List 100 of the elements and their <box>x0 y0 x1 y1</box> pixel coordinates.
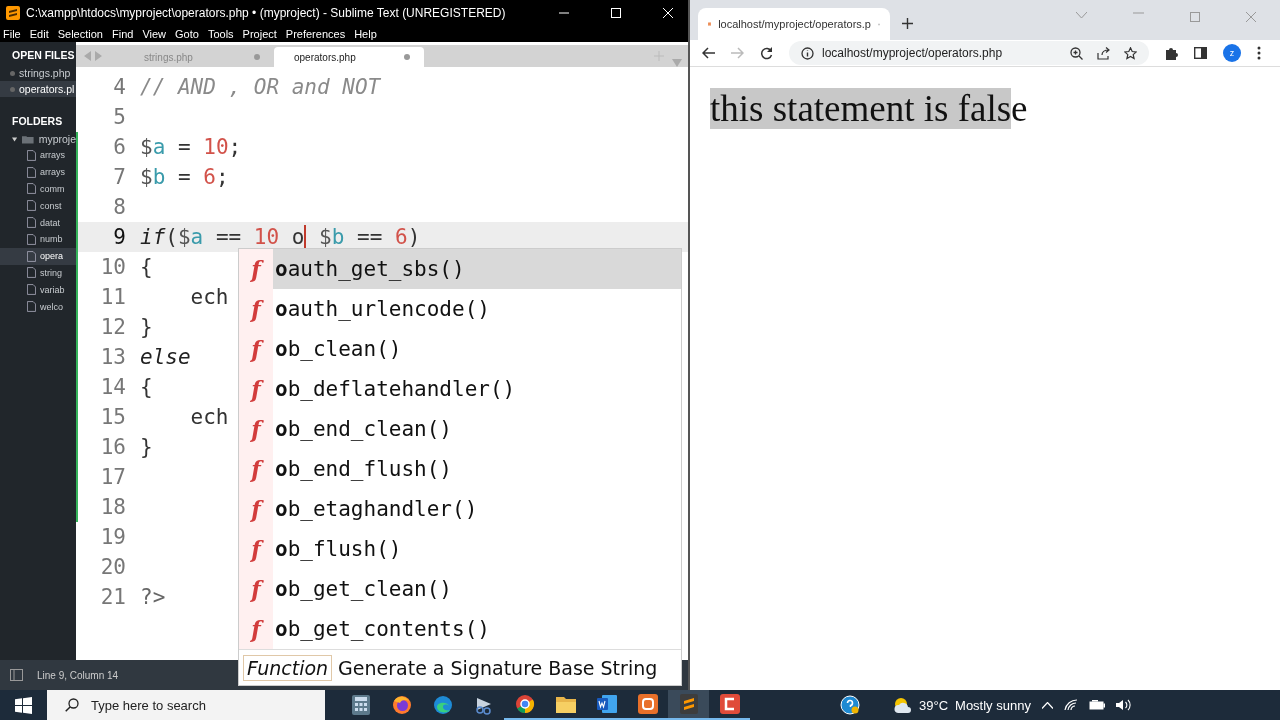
line-number: 13 <box>99 345 126 369</box>
line-number: 5 <box>112 105 126 129</box>
code-line: { <box>140 255 153 279</box>
folder-name[interactable]: myproje <box>38 133 76 145</box>
document-app-icon[interactable] <box>596 695 617 713</box>
code-line: else <box>140 345 191 369</box>
menu-item[interactable]: View <box>142 27 167 40</box>
info-icon[interactable] <box>801 46 814 60</box>
line-number: 20 <box>99 555 126 579</box>
menu-item[interactable]: Find <box>111 27 134 40</box>
completion-item[interactable]: f ob_deflatehandler() <box>239 369 681 409</box>
help-icon[interactable] <box>840 695 860 715</box>
function-icon: f <box>239 449 273 489</box>
file-icon <box>27 183 36 195</box>
puzzle-icon[interactable] <box>1165 46 1178 60</box>
back-icon[interactable] <box>702 47 715 59</box>
sidebar-file[interactable]: arrays <box>0 163 76 181</box>
profile-avatar[interactable]: z <box>1223 44 1241 62</box>
sidebar-file[interactable]: comm <box>0 180 76 198</box>
completion-item[interactable]: f ob_end_flush() <box>239 449 681 489</box>
weather-condition[interactable]: Mostly sunny <box>955 697 1031 713</box>
kind-label: Function <box>243 654 333 681</box>
open-file-item[interactable]: strings.php <box>0 65 76 81</box>
calculator-icon[interactable] <box>351 695 370 715</box>
completion-item[interactable]: f ob_clean() <box>239 329 681 369</box>
line-number: 17 <box>99 465 126 489</box>
server-app-icon[interactable] <box>637 694 658 714</box>
file-icon <box>27 250 36 262</box>
sidebar-file[interactable]: variab <box>0 281 76 299</box>
window-title: C:\xampp\htdocs\myproject\operators.php • (myproject) - Sublime Text (UNREGISTERED) <box>26 5 506 20</box>
menu-item[interactable]: File <box>3 27 21 40</box>
menu-item[interactable]: Edit <box>29 27 49 40</box>
completion-item[interactable]: f ob_end_clean() <box>239 409 681 449</box>
battery-icon[interactable] <box>1088 700 1105 710</box>
sidebar-file[interactable]: const <box>0 197 76 215</box>
panel-icon[interactable] <box>10 669 23 681</box>
file-icon <box>27 200 36 212</box>
chrome-icon[interactable] <box>514 694 535 714</box>
completion-item[interactable]: f oauth_urlencode() <box>239 289 681 329</box>
completion-item[interactable]: f oauth_get_sbs() <box>239 249 681 289</box>
wifi-icon[interactable] <box>1063 699 1078 711</box>
folder-icon <box>22 133 34 145</box>
reload-icon[interactable] <box>760 46 773 60</box>
line-number: 7 <box>112 165 126 189</box>
start-icon[interactable] <box>15 696 32 714</box>
code-line: ech <box>189 285 229 309</box>
sidebar-file[interactable]: welco <box>0 298 76 315</box>
completion-item[interactable]: f ob_get_clean() <box>239 569 681 609</box>
completion-item[interactable]: f ob_etaghandler() <box>239 489 681 529</box>
code-line: // AND , OR and NOT <box>140 75 381 99</box>
wave-logo-icon[interactable] <box>432 695 453 715</box>
browser-globe-icon[interactable] <box>391 695 412 715</box>
open-file-item[interactable]: operators.pl <box>0 81 76 97</box>
sidebar-file[interactable]: opera <box>0 247 76 265</box>
menu-icon[interactable] <box>1257 46 1261 60</box>
folder-icon[interactable] <box>555 695 576 713</box>
weather-temperature[interactable]: 39°C <box>919 697 949 713</box>
function-icon: f <box>239 529 273 569</box>
browser-tab[interactable]: localhost/myproject/operators.p <box>698 8 890 40</box>
function-icon: f <box>239 489 273 529</box>
weather-icon[interactable] <box>892 696 912 714</box>
completion-item[interactable]: f ob_flush() <box>239 529 681 569</box>
scissors-icon[interactable] <box>473 695 494 715</box>
menu-item[interactable]: Selection <box>57 27 103 40</box>
volume-icon[interactable] <box>1115 699 1132 711</box>
menu-item[interactable]: Goto <box>175 27 199 40</box>
function-icon: f <box>239 289 273 329</box>
menu-item[interactable]: Help <box>354 27 377 40</box>
code-line: $b = 6; <box>140 165 229 189</box>
star-icon[interactable] <box>1124 46 1137 60</box>
caret-icon[interactable] <box>1041 701 1053 709</box>
function-icon: f <box>239 569 273 609</box>
file-icon <box>27 149 36 161</box>
sidebar-heading: FOLDERS <box>11 115 64 129</box>
line-number: 8 <box>112 195 126 219</box>
menu-item[interactable]: Preferences <box>285 27 346 40</box>
menu-item[interactable]: Project <box>242 27 277 40</box>
disclosure-icon[interactable] <box>12 135 18 143</box>
sidebar-file[interactable]: datat <box>0 214 76 231</box>
search-field[interactable]: Type here to search <box>47 690 325 720</box>
completion-item[interactable]: f ob_get_contents() <box>239 609 681 649</box>
function-icon: f <box>239 369 273 409</box>
address-bar[interactable]: localhost/myproject/operators.php <box>789 41 1149 65</box>
share-icon[interactable] <box>1097 46 1110 60</box>
sidebar-heading: OPEN FILES <box>11 49 76 63</box>
recorder-app-icon[interactable] <box>719 694 740 714</box>
sidebar-file[interactable]: arrays <box>0 147 76 164</box>
code-line: { <box>140 375 153 399</box>
line-number: 21 <box>99 585 126 609</box>
zoom-icon[interactable] <box>1070 46 1083 60</box>
new-tab-icon[interactable] <box>902 18 913 29</box>
editor-app-icon[interactable] <box>679 694 698 714</box>
file-tab[interactable]: operators.php <box>274 47 424 67</box>
line-number: 16 <box>99 435 126 459</box>
sidebar-file[interactable]: string <box>0 264 76 282</box>
status-text: Line 9, Column 14 <box>37 669 119 681</box>
line-number: 19 <box>99 525 126 549</box>
menu-item[interactable]: Tools <box>207 27 234 40</box>
side-panel-icon[interactable] <box>1194 47 1207 59</box>
sidebar-file[interactable]: numb <box>0 231 76 248</box>
